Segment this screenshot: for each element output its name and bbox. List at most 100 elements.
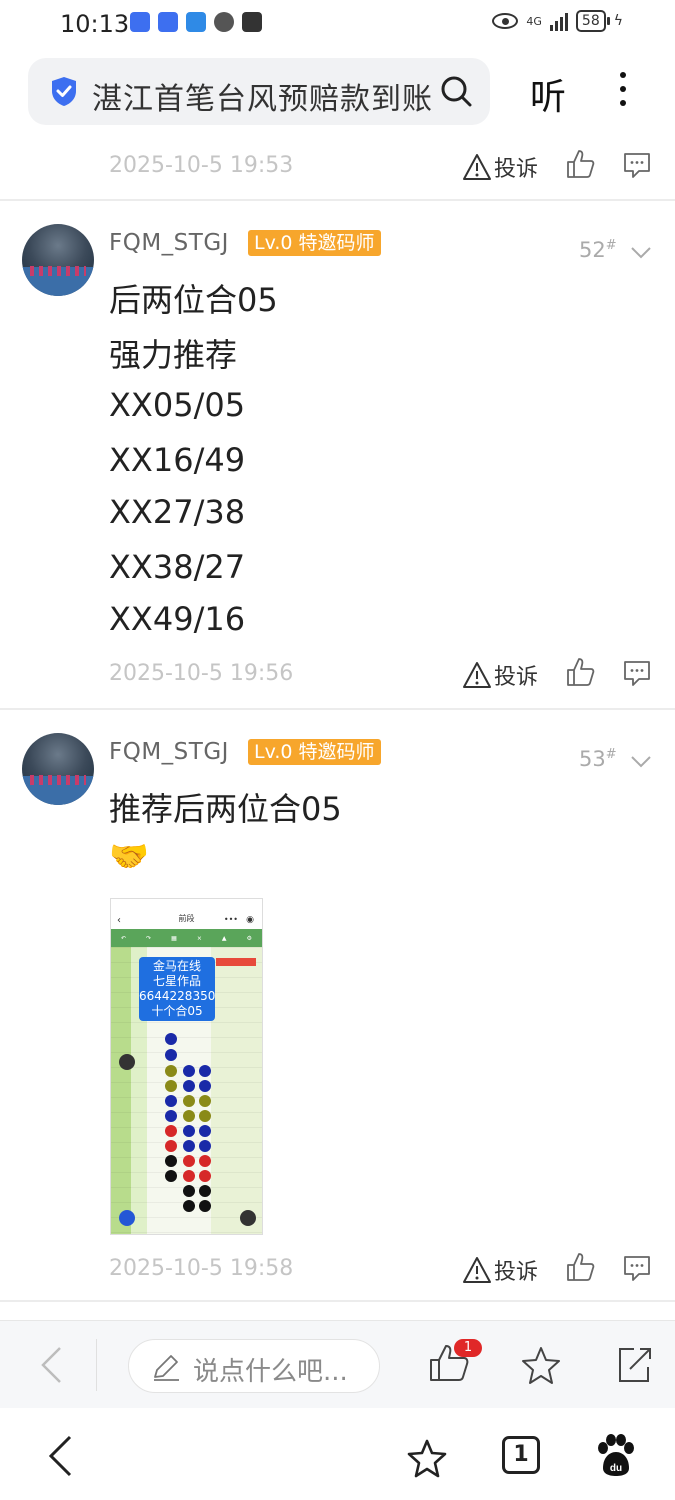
thumb-ball [165, 1095, 177, 1107]
thumb-lock-icon [119, 1054, 135, 1070]
thumb-ball [165, 1033, 177, 1045]
username[interactable]: FQM_STGJ [109, 230, 229, 256]
thumb-ball [165, 1155, 177, 1167]
thumb-ball [183, 1170, 195, 1182]
comment-input[interactable]: 说点什么吧... [128, 1339, 380, 1393]
report-label: 投诉 [494, 157, 539, 182]
reply-meta: 2025-10-5 19:58 投诉 [0, 1250, 675, 1290]
thumb-ball [183, 1110, 195, 1122]
report-label: 投诉 [494, 1260, 539, 1285]
share-icon[interactable] [614, 1345, 654, 1385]
search-bar[interactable]: 湛江首笔台风预赔款到账 [28, 58, 490, 125]
thumb-ball [165, 1125, 177, 1137]
thumb-red-tag [216, 958, 256, 966]
reply-meta: 2025-10-5 19:56 投诉 [0, 655, 675, 695]
report-button[interactable]: 投诉 [462, 1254, 538, 1286]
baidu-paw-icon [130, 12, 150, 32]
comment-icon[interactable] [622, 659, 652, 687]
listen-button[interactable]: 听 [530, 68, 566, 120]
thumb-ball [165, 1170, 177, 1182]
thumb-ball [199, 1200, 211, 1212]
thumbs-up-icon[interactable] [565, 149, 595, 179]
tabs-button[interactable]: 1 [502, 1436, 540, 1474]
thumb-popup-line: 6644228350 [139, 989, 216, 1003]
thumb-ball [199, 1140, 211, 1152]
app-notification-icon [242, 12, 262, 32]
thumbs-up-icon[interactable] [565, 657, 595, 687]
avatar[interactable] [22, 733, 94, 805]
search-icon[interactable] [440, 75, 472, 107]
back-icon[interactable] [46, 1434, 74, 1478]
thumb-popup: 金马在线 七星作品 6644228350 十个合05 [139, 957, 215, 1021]
thumb-t-icon [240, 1210, 256, 1226]
handshake-emoji: 🤝 [109, 837, 149, 875]
thumbs-up-icon[interactable] [565, 1252, 595, 1282]
comment-placeholder: 说点什么吧... [193, 1357, 348, 1387]
thumb-ball [165, 1080, 177, 1092]
back-arrow-icon[interactable] [38, 1345, 64, 1385]
network-type: 4G [526, 14, 542, 28]
reply-image-thumbnail[interactable]: ‹ 前段 ••• ◉ ↶ ↷ ▦ ⨯ ▲ ⚙ 金马在线 七星作品 6644228350 十… [110, 898, 263, 1235]
warning-icon [463, 662, 491, 688]
chevron-down-icon[interactable] [630, 755, 652, 769]
avatar[interactable] [22, 224, 94, 296]
chevron-down-icon[interactable] [630, 246, 652, 260]
thumb-ball [183, 1140, 195, 1152]
reply-text-line: 后两位合05 [109, 281, 278, 319]
reply-text-line: XX16/49 [109, 441, 246, 479]
floor-value: 52 [579, 238, 606, 262]
report-label: 投诉 [494, 665, 539, 690]
floor-number: 53# [579, 747, 617, 771]
thumb-ball [199, 1080, 211, 1092]
level-badge: Lv.0 特邀码师 [248, 230, 381, 256]
floor-value: 53 [579, 747, 606, 771]
thumb-popup-line: 金马在线 [152, 959, 201, 973]
comment-icon[interactable] [622, 1254, 652, 1282]
level-badge: Lv.0 特邀码师 [248, 739, 381, 765]
reply-text-line: XX49/16 [109, 600, 246, 638]
reply-text-line: XX27/38 [109, 493, 246, 531]
thumb-ball [183, 1125, 195, 1137]
thumb-ball [199, 1095, 211, 1107]
star-icon[interactable] [520, 1345, 562, 1385]
app-screen: 10:13 4G 58 ϟ 湛江首笔台风预赔款到账 听 2025-10-5 19… [0, 0, 675, 1500]
thumb-ball [199, 1170, 211, 1182]
report-button[interactable]: 投诉 [462, 151, 538, 183]
more-menu-icon[interactable] [618, 72, 628, 112]
status-bar: 10:13 4G 58 ϟ [0, 0, 675, 50]
thumb-ball [199, 1125, 211, 1137]
thumb-more-icon: ••• [223, 915, 238, 924]
reply-feed[interactable]: 2025-10-5 19:53 投诉 FQM_STGJ Lv.0 特邀码师 52… [0, 127, 675, 1320]
reply-text-line: 强力推荐 [109, 336, 238, 374]
notification-icons [130, 12, 262, 32]
thumb-ball [183, 1185, 195, 1197]
thumb-ball [165, 1065, 177, 1077]
pen-icon [154, 1355, 179, 1381]
floor-number: 52# [579, 238, 617, 262]
thumb-a-icon [119, 1210, 135, 1226]
report-button[interactable]: 投诉 [462, 659, 538, 691]
bookmark-star-icon[interactable] [406, 1438, 448, 1478]
thumb-back-icon: ‹ [117, 915, 121, 926]
thumb-ball [183, 1200, 195, 1212]
search-query[interactable]: 湛江首笔台风预赔款到账 [92, 74, 433, 118]
comment-icon[interactable] [622, 151, 652, 179]
eye-icon [492, 13, 519, 29]
reply-text-line: XX05/05 [109, 386, 246, 424]
thumb-ball [183, 1095, 195, 1107]
thumb-popup-line: 七星作品 [152, 974, 201, 988]
thumb-ball [183, 1065, 195, 1077]
baidu-paw-icon[interactable]: du [595, 1434, 635, 1478]
thumb-ball [199, 1110, 211, 1122]
thumb-nav-title: 前段 [178, 914, 195, 923]
reply-time: 2025-10-5 19:58 [109, 1256, 294, 1281]
chat-bubble-icon [214, 12, 234, 32]
warning-icon [463, 154, 491, 180]
thumb-ball [199, 1155, 211, 1167]
username[interactable]: FQM_STGJ [109, 739, 229, 765]
shield-check-icon [52, 77, 76, 106]
status-time: 10:13 [60, 10, 130, 38]
reply-text-line: 推荐后两位合05 [109, 790, 342, 828]
thumb-nav: ‹ 前段 ••• ◉ [111, 913, 262, 929]
svg-text:du: du [610, 1463, 622, 1474]
